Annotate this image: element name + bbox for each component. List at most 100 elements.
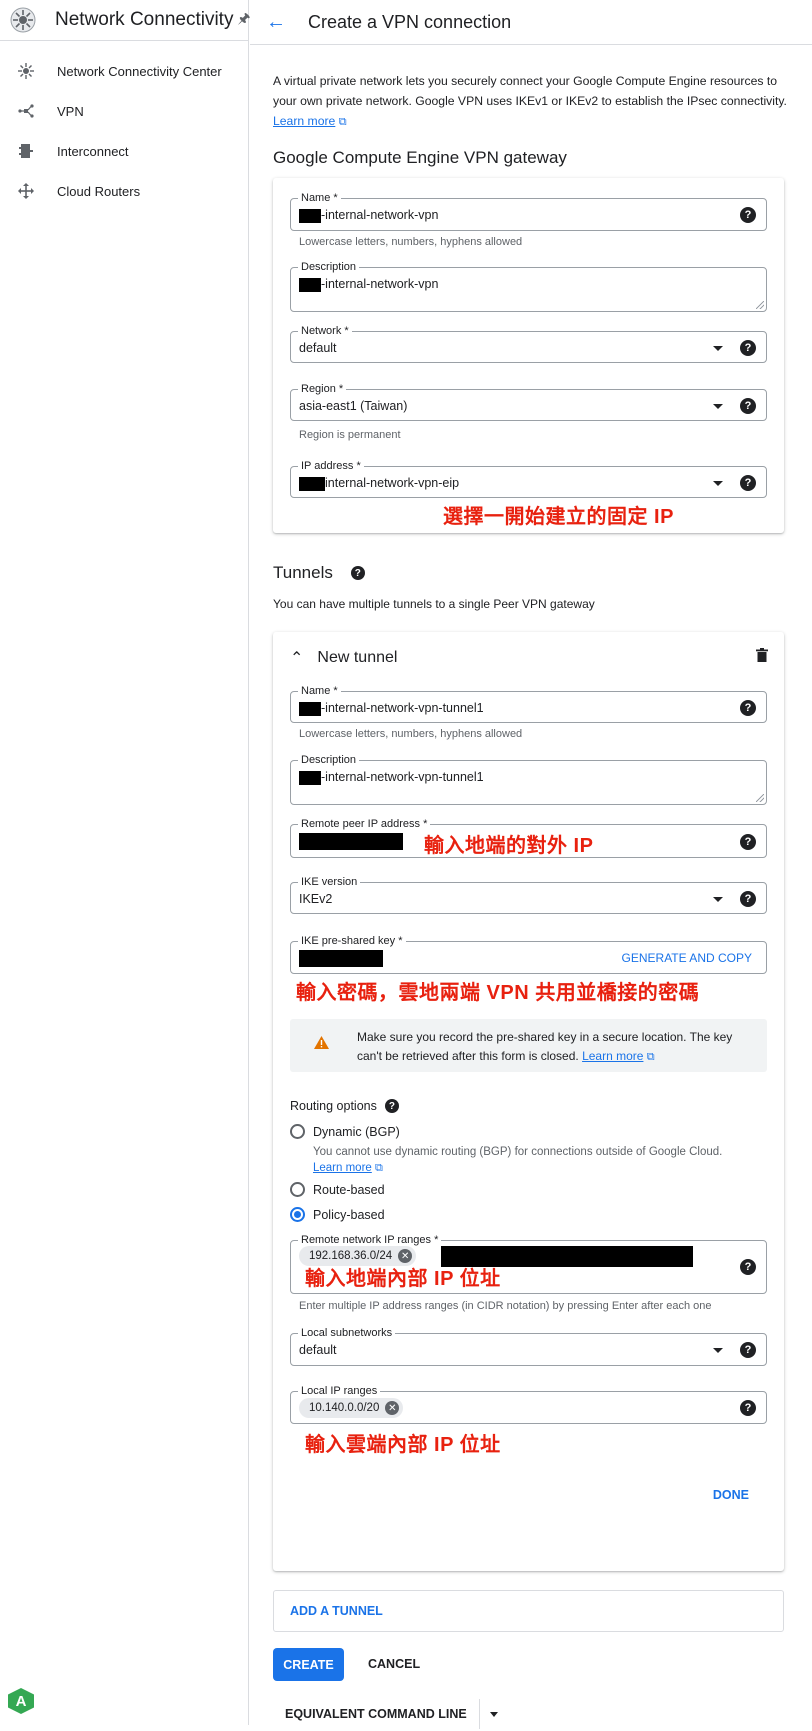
gateway-network-select[interactable]: Network * default ? xyxy=(290,324,767,363)
external-link-icon: ⧉ xyxy=(338,116,347,128)
learn-more-link[interactable]: Learn more xyxy=(273,114,335,128)
sidebar-title: Network Connectivity xyxy=(55,9,234,30)
intro-body: A virtual private network lets you secur… xyxy=(273,74,787,108)
equivalent-command-line-group: EQUIVALENT COMMAND LINE xyxy=(273,1697,498,1731)
field-label: Region * xyxy=(298,382,347,396)
help-icon[interactable]: ? xyxy=(740,1400,756,1416)
gateway-region-select[interactable]: Region * asia-east1 (Taiwan) ? xyxy=(290,382,767,421)
equivalent-command-line-button[interactable]: EQUIVALENT COMMAND LINE xyxy=(273,1707,479,1721)
tunnels-heading: Tunnels xyxy=(273,563,333,582)
help-icon[interactable]: ? xyxy=(740,1342,756,1358)
sidebar-item-network-connectivity-center[interactable]: Network Connectivity Center xyxy=(0,51,248,91)
field-label: Remote network IP ranges * xyxy=(298,1233,442,1247)
sidebar-item-label: Interconnect xyxy=(57,143,129,159)
chip-remove-icon[interactable]: ✕ xyxy=(398,1249,413,1263)
help-icon[interactable]: ? xyxy=(740,700,756,716)
sidebar-item-interconnect[interactable]: Interconnect xyxy=(0,131,248,171)
local-subnetworks-select[interactable]: Local subnetworks default ? xyxy=(290,1326,767,1366)
help-icon[interactable]: ? xyxy=(740,1259,756,1275)
create-button[interactable]: CREATE xyxy=(273,1648,344,1681)
pin-icon[interactable]: 🖈 xyxy=(237,8,250,32)
warning-icon xyxy=(314,1036,329,1054)
vpn-icon xyxy=(16,104,36,118)
tunnel-description-field[interactable]: Description -internal-network-vpn-tunnel… xyxy=(290,753,767,805)
help-icon[interactable]: ? xyxy=(740,891,756,907)
sidebar-header: Network Connectivity 🖈 xyxy=(0,0,250,41)
tunnel-title: New tunnel xyxy=(317,649,398,666)
gateway-ip-address-select[interactable]: IP address * internal-network-vpn-eip ? xyxy=(290,459,767,498)
sidebar: Network Connectivity 🖈 Network Connectiv… xyxy=(0,0,250,1725)
field-label: Description xyxy=(298,260,360,274)
back-arrow-icon[interactable]: ← xyxy=(266,11,286,34)
cancel-button[interactable]: CANCEL xyxy=(368,1657,420,1671)
ike-version-select[interactable]: IKE version IKEv2 ? xyxy=(290,875,767,914)
resize-handle[interactable] xyxy=(756,301,764,309)
main-panel: ← Create a VPN connection A virtual priv… xyxy=(250,0,812,1729)
field-value: asia-east1 (Taiwan) xyxy=(299,399,408,413)
field-value xyxy=(299,950,383,967)
routing-dynamic-radio[interactable]: Dynamic (BGP) xyxy=(290,1124,400,1139)
intro-text: A virtual private network lets you secur… xyxy=(273,71,793,132)
field-hint: Enter multiple IP address ranges (in CID… xyxy=(299,1300,712,1312)
help-icon[interactable]: ? xyxy=(740,475,756,491)
done-button[interactable]: DONE xyxy=(713,1488,749,1502)
gateway-heading: Google Compute Engine VPN gateway xyxy=(273,148,567,167)
ip-range-chip: 10.140.0.0/20 ✕ xyxy=(299,1398,404,1418)
add-tunnel-button[interactable]: ADD A TUNNEL xyxy=(290,1604,383,1618)
help-icon[interactable]: ? xyxy=(740,340,756,356)
field-hint: Region is permanent xyxy=(299,429,401,441)
routing-options-label: Routing options xyxy=(290,1099,377,1113)
page-header: ← Create a VPN connection xyxy=(250,0,812,45)
external-link-icon: ⧉ xyxy=(375,1162,383,1174)
radio-circle-selected xyxy=(290,1207,305,1222)
radio-label: Dynamic (BGP) xyxy=(313,1124,400,1139)
dropdown-arrow-icon xyxy=(713,404,723,409)
sidebar-item-cloud-routers[interactable]: Cloud Routers xyxy=(0,171,248,211)
collapse-chevron-icon[interactable]: ⌃ xyxy=(290,648,303,668)
ip-address-annotation: 選擇一開始建立的固定 IP xyxy=(443,506,674,528)
router-icon xyxy=(16,183,36,199)
field-value: default xyxy=(299,341,337,355)
help-icon[interactable]: ? xyxy=(740,398,756,414)
help-icon[interactable]: ? xyxy=(740,207,756,223)
field-hint: Lowercase letters, numbers, hyphens allo… xyxy=(299,236,523,248)
field-value: -internal-network-vpn xyxy=(299,277,438,292)
field-label: Local IP ranges xyxy=(298,1384,381,1398)
dropdown-arrow-icon xyxy=(713,346,723,351)
dropdown-arrow-icon[interactable] xyxy=(489,1711,498,1717)
chip-remove-icon[interactable]: ✕ xyxy=(385,1401,400,1415)
chip-label: 192.168.36.0/24 xyxy=(309,1250,393,1262)
chip-label: 10.140.0.0/20 xyxy=(309,1402,380,1414)
sidebar-item-vpn[interactable]: VPN xyxy=(0,91,248,131)
dropdown-arrow-icon xyxy=(713,1348,723,1353)
avatar[interactable]: A xyxy=(8,1688,34,1714)
gateway-description-field[interactable]: Description -internal-network-vpn xyxy=(290,260,767,312)
field-label: Local subnetworks xyxy=(298,1326,396,1340)
ike-psk-field[interactable]: IKE pre-shared key * GENERATE AND COPY xyxy=(290,934,767,974)
learn-more-link[interactable]: Learn more xyxy=(313,1162,372,1174)
hub-icon xyxy=(16,63,36,79)
tunnel-card: ⌃ New tunnel Name * -internal-network-vp… xyxy=(273,632,784,1571)
radio-circle xyxy=(290,1182,305,1197)
tunnel-card-header[interactable]: ⌃ New tunnel xyxy=(290,648,397,668)
help-icon[interactable]: ? xyxy=(384,1099,399,1113)
dropdown-arrow-icon xyxy=(713,481,723,486)
help-icon[interactable]: ? xyxy=(350,566,365,580)
learn-more-link[interactable]: Learn more xyxy=(582,1049,643,1063)
field-value: internal-network-vpn-eip xyxy=(299,476,459,491)
local-ip-ranges-field[interactable]: Local IP ranges 10.140.0.0/20 ✕ ? xyxy=(290,1384,767,1424)
help-icon[interactable]: ? xyxy=(740,834,756,850)
delete-icon[interactable] xyxy=(756,648,768,667)
resize-handle[interactable] xyxy=(756,794,764,802)
field-value xyxy=(299,833,403,850)
field-hint: Lowercase letters, numbers, hyphens allo… xyxy=(299,728,523,740)
page-title: Create a VPN connection xyxy=(308,11,512,32)
routing-policy-based-radio[interactable]: Policy-based xyxy=(290,1207,385,1222)
dropdown-arrow-icon xyxy=(713,897,723,902)
gateway-name-field[interactable]: Name * -internal-network-vpn ? xyxy=(290,191,767,231)
routing-route-based-radio[interactable]: Route-based xyxy=(290,1182,385,1197)
tunnel-name-field[interactable]: Name * -internal-network-vpn-tunnel1 ? xyxy=(290,684,767,723)
radio-label: Policy-based xyxy=(313,1207,385,1222)
generate-and-copy-button[interactable]: GENERATE AND COPY xyxy=(622,951,752,965)
remote-ranges-annotation: 輸入地端內部 IP 位址 xyxy=(305,1268,501,1290)
